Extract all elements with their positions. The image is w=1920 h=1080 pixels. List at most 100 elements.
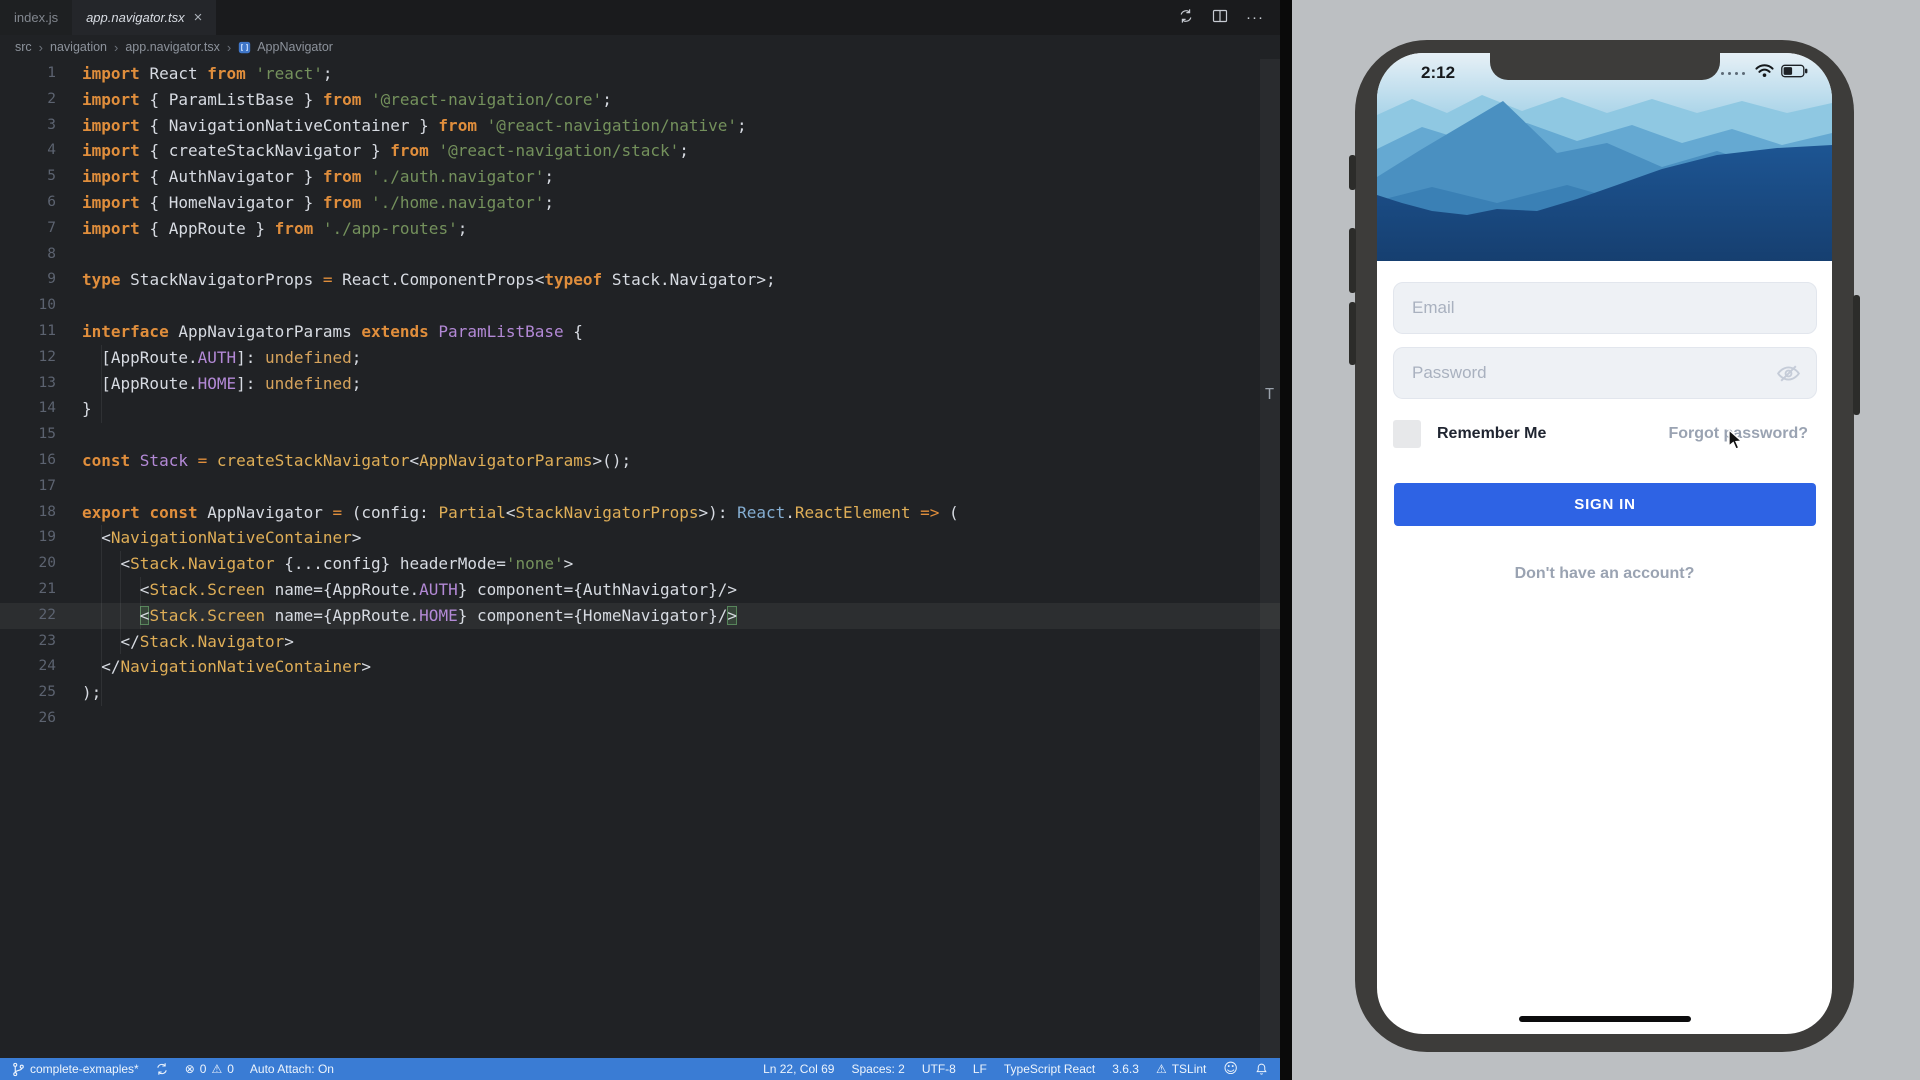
signup-link[interactable]: Don't have an account? bbox=[1377, 565, 1832, 583]
email-input[interactable] bbox=[1393, 282, 1817, 334]
volume-up-button[interactable] bbox=[1349, 228, 1356, 293]
code-line[interactable]: 13 [AppRoute.HOME]: undefined; bbox=[0, 371, 1280, 397]
power-button[interactable] bbox=[1853, 295, 1860, 415]
phone-status-bar: 2:12 bbox=[1377, 61, 1832, 85]
code-line[interactable]: 6import { HomeNavigator } from './home.n… bbox=[0, 190, 1280, 216]
volume-down-button[interactable] bbox=[1349, 302, 1356, 365]
indent-guide bbox=[120, 551, 121, 654]
line-number: 24 bbox=[0, 654, 56, 680]
breadcrumb-file[interactable]: app.navigator.tsx bbox=[125, 40, 220, 54]
clock: 2:12 bbox=[1421, 63, 1455, 83]
code-line[interactable]: 9type StackNavigatorProps = React.Compon… bbox=[0, 267, 1280, 293]
phone-screen: 2:12 bbox=[1377, 53, 1832, 1034]
feedback-smiley-icon[interactable]: ☺ bbox=[1223, 1061, 1238, 1077]
language-mode[interactable]: TypeScript React bbox=[1004, 1062, 1095, 1076]
remember-checkbox[interactable] bbox=[1393, 420, 1421, 448]
code-line[interactable]: 5import { AuthNavigator } from './auth.n… bbox=[0, 164, 1280, 190]
code-line[interactable]: 7import { AppRoute } from './app-routes'… bbox=[0, 216, 1280, 242]
line-number: 4 bbox=[0, 138, 56, 164]
home-indicator[interactable] bbox=[1519, 1016, 1691, 1022]
code-line[interactable]: 20 <Stack.Navigator {...config} headerMo… bbox=[0, 551, 1280, 577]
code-line[interactable]: 15 bbox=[0, 422, 1280, 448]
code-line[interactable]: 23 </Stack.Navigator> bbox=[0, 629, 1280, 655]
eye-off-icon[interactable] bbox=[1775, 360, 1802, 387]
code-line[interactable]: 24 </NavigationNativeContainer> bbox=[0, 654, 1280, 680]
line-number: 11 bbox=[0, 319, 56, 345]
line-number: 2 bbox=[0, 87, 56, 113]
line-number: 9 bbox=[0, 267, 56, 293]
split-editor-icon[interactable] bbox=[1212, 8, 1228, 27]
battery-icon bbox=[1781, 64, 1808, 83]
code-line[interactable]: 8 bbox=[0, 242, 1280, 268]
sign-in-button[interactable]: SIGN IN bbox=[1394, 483, 1816, 526]
line-number: 5 bbox=[0, 164, 56, 190]
breadcrumb-src[interactable]: src bbox=[15, 40, 32, 54]
code-line[interactable]: 25); bbox=[0, 680, 1280, 706]
code-line[interactable]: 11interface AppNavigatorParams extends P… bbox=[0, 319, 1280, 345]
tab-index-js[interactable]: index.js bbox=[0, 0, 72, 35]
screen-root: index.js app.navigator.tsx × bbox=[0, 0, 1920, 1080]
typescript-version[interactable]: 3.6.3 bbox=[1112, 1062, 1139, 1076]
code-line[interactable]: 14} bbox=[0, 396, 1280, 422]
code-lines: 1import React from 'react';2import { Par… bbox=[0, 61, 1280, 732]
breadcrumb-navigation[interactable]: navigation bbox=[50, 40, 107, 54]
tab-app-navigator-tsx[interactable]: app.navigator.tsx × bbox=[72, 0, 216, 35]
wifi-icon bbox=[1755, 64, 1774, 83]
remember-label: Remember Me bbox=[1437, 425, 1546, 443]
notifications-bell-icon[interactable] bbox=[1255, 1062, 1268, 1076]
scrollbar[interactable]: T bbox=[1260, 59, 1280, 1058]
close-icon[interactable]: × bbox=[194, 10, 203, 25]
code-line[interactable]: 17 bbox=[0, 474, 1280, 500]
window-divider bbox=[1280, 0, 1292, 1080]
code-line[interactable]: 2import { ParamListBase } from '@react-n… bbox=[0, 87, 1280, 113]
branch-icon bbox=[12, 1062, 25, 1077]
vscode-window: index.js app.navigator.tsx × bbox=[0, 0, 1280, 1080]
compare-changes-icon[interactable] bbox=[1178, 8, 1194, 27]
line-number: 16 bbox=[0, 448, 56, 474]
encoding-status[interactable]: UTF-8 bbox=[922, 1062, 956, 1076]
line-number: 15 bbox=[0, 422, 56, 448]
sync-button[interactable] bbox=[155, 1062, 169, 1076]
code-line[interactable]: 26 bbox=[0, 706, 1280, 732]
line-number: 1 bbox=[0, 61, 56, 87]
code-line[interactable]: 22 <Stack.Screen name={AppRoute.HOME} co… bbox=[0, 603, 1280, 629]
breadcrumb: src › navigation › app.navigator.tsx › A… bbox=[0, 35, 1280, 59]
mute-switch[interactable] bbox=[1349, 155, 1356, 190]
indent-guide bbox=[140, 577, 141, 629]
line-number: 19 bbox=[0, 525, 56, 551]
tab-label: app.navigator.tsx bbox=[86, 10, 185, 25]
code-line[interactable]: 16const Stack = createStackNavigator<App… bbox=[0, 448, 1280, 474]
code-line[interactable]: 19 <NavigationNativeContainer> bbox=[0, 525, 1280, 551]
code-line[interactable]: 1import React from 'react'; bbox=[0, 61, 1280, 87]
more-actions-icon[interactable]: ··· bbox=[1246, 9, 1264, 26]
chevron-right-icon: › bbox=[39, 40, 43, 55]
line-number: 25 bbox=[0, 680, 56, 706]
breadcrumb-symbol[interactable]: AppNavigator bbox=[257, 40, 333, 54]
code-line[interactable]: 21 <Stack.Screen name={AppRoute.AUTH} co… bbox=[0, 577, 1280, 603]
code-line[interactable]: 10 bbox=[0, 293, 1280, 319]
indent-guide bbox=[101, 345, 102, 423]
eol-status[interactable]: LF bbox=[973, 1062, 987, 1076]
sync-icon bbox=[155, 1062, 169, 1076]
auto-attach-status[interactable]: Auto Attach: On bbox=[250, 1062, 334, 1076]
line-number: 14 bbox=[0, 396, 56, 422]
warning-icon: ⚠ bbox=[1156, 1062, 1167, 1076]
code-line[interactable]: 12 [AppRoute.AUTH]: undefined; bbox=[0, 345, 1280, 371]
error-count: 0 bbox=[200, 1062, 207, 1076]
cursor-position[interactable]: Ln 22, Col 69 bbox=[763, 1062, 834, 1076]
code-line[interactable]: 3import { NavigationNativeContainer } fr… bbox=[0, 113, 1280, 139]
tslint-status[interactable]: ⚠ TSLint bbox=[1156, 1062, 1206, 1076]
password-input[interactable] bbox=[1393, 347, 1817, 399]
code-line[interactable]: 4import { createStackNavigator } from '@… bbox=[0, 138, 1280, 164]
device-preview-panel: 2:12 bbox=[1292, 0, 1920, 1080]
warning-icon: ⚠ bbox=[211, 1062, 222, 1076]
line-number: 26 bbox=[0, 706, 56, 732]
git-branch-status[interactable]: complete-exmaples* bbox=[12, 1062, 139, 1077]
indentation-status[interactable]: Spaces: 2 bbox=[851, 1062, 904, 1076]
mouse-cursor bbox=[1725, 429, 1747, 456]
problems-status[interactable]: ⊗ 0 ⚠ 0 bbox=[185, 1062, 234, 1076]
code-editor[interactable]: 1import React from 'react';2import { Par… bbox=[0, 59, 1280, 1058]
line-number: 18 bbox=[0, 500, 56, 526]
line-number: 6 bbox=[0, 190, 56, 216]
code-line[interactable]: 18export const AppNavigator = (config: P… bbox=[0, 500, 1280, 526]
